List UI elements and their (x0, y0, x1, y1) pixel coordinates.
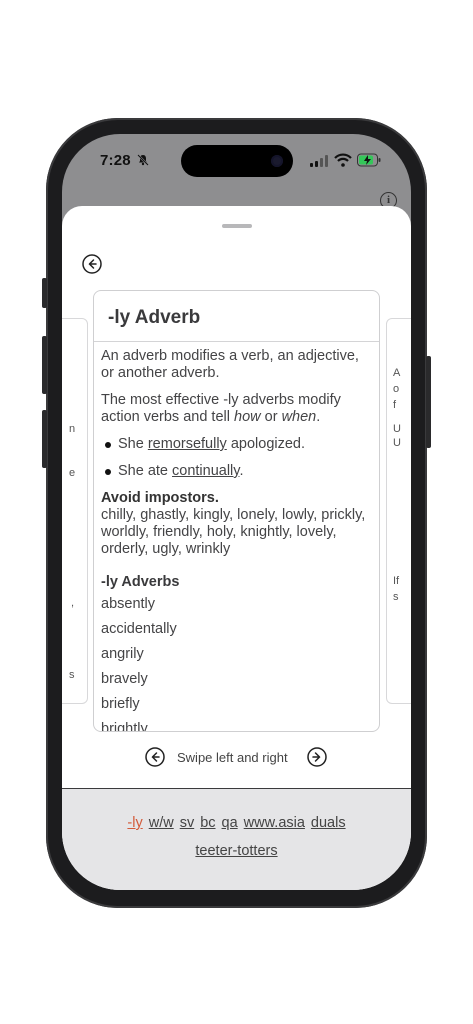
intro-text: An adverb modifies a verb, an adjective,… (101, 348, 359, 381)
list-item: She ate continually. (101, 463, 373, 480)
wifi-icon (334, 153, 352, 167)
back-icon[interactable] (82, 254, 102, 274)
footer-nav: -ly w/w sv bc qa www.asia duals teeter-totters (62, 788, 411, 890)
power-button (426, 356, 431, 448)
adverb-list: absently accidentally angrily bravely br… (101, 596, 373, 732)
previous-card-peek[interactable]: n e , s (62, 318, 88, 704)
prev-arrow-icon[interactable] (145, 747, 165, 767)
camera-icon (271, 155, 283, 167)
footer-link-sv[interactable]: sv (180, 815, 195, 831)
effective-text: The most effective -ly adverbs modify ac… (101, 392, 341, 425)
adverbs-heading: -ly Adverbs (101, 574, 180, 590)
list-item: accidentally (101, 621, 177, 637)
next-card-peek[interactable]: A o f U U If s (386, 318, 411, 704)
footer-link-www-asia[interactable]: www.asia (244, 815, 305, 831)
dynamic-island (181, 145, 293, 177)
list-item: absently (101, 596, 156, 612)
footer-link-teeter-totters[interactable]: teeter-totters (195, 843, 277, 859)
definition-card[interactable]: -ly Adverb An adverb modifies a verb, an… (93, 290, 380, 732)
example-word-link[interactable]: continually (172, 463, 239, 479)
volume-up-button (42, 336, 47, 394)
list-item: brightly (101, 721, 148, 732)
sheet-grabber[interactable] (222, 224, 252, 228)
card-body: An adverb modifies a verb, an adjective,… (101, 348, 373, 732)
screen: 7:28 i n e , s A o f U U If s -ly Adverb… (62, 134, 411, 890)
next-arrow-icon[interactable] (307, 747, 327, 767)
list-item: bravely (101, 671, 148, 687)
example-list: She remorsefully apologized. She ate con… (101, 436, 373, 480)
battery-charging-icon (357, 153, 381, 167)
action-button (42, 278, 47, 308)
swipe-hint-row: Swipe left and right (62, 747, 411, 771)
footer-link-ww[interactable]: w/w (149, 815, 174, 831)
status-bar: 7:28 (62, 134, 411, 194)
list-item: She remorsefully apologized. (101, 436, 373, 453)
swipe-hint: Swipe left and right (177, 750, 288, 765)
list-item: briefly (101, 696, 140, 712)
footer-link-ly[interactable]: -ly (127, 815, 142, 831)
bottom-sheet: n e , s A o f U U If s -ly Adverb An adv… (62, 206, 411, 890)
footer-link-qa[interactable]: qa (222, 815, 238, 831)
footer-link-bc[interactable]: bc (200, 815, 215, 831)
footer-link-duals[interactable]: duals (311, 815, 346, 831)
volume-down-button (42, 410, 47, 468)
bell-slash-icon (137, 154, 149, 166)
status-time: 7:28 (100, 152, 131, 169)
impostors-list: chilly, ghastly, kingly, lonely, lowly, … (101, 507, 366, 557)
card-header: -ly Adverb (94, 291, 379, 342)
list-item: angrily (101, 646, 144, 662)
card-title: -ly Adverb (108, 307, 201, 328)
example-word-link[interactable]: remorsefully (148, 436, 227, 452)
footer-links: -ly w/w sv bc qa www.asia duals teeter-totters (62, 809, 411, 865)
impostors-heading: Avoid impostors. (101, 490, 219, 506)
cellular-signal-icon (310, 155, 328, 167)
